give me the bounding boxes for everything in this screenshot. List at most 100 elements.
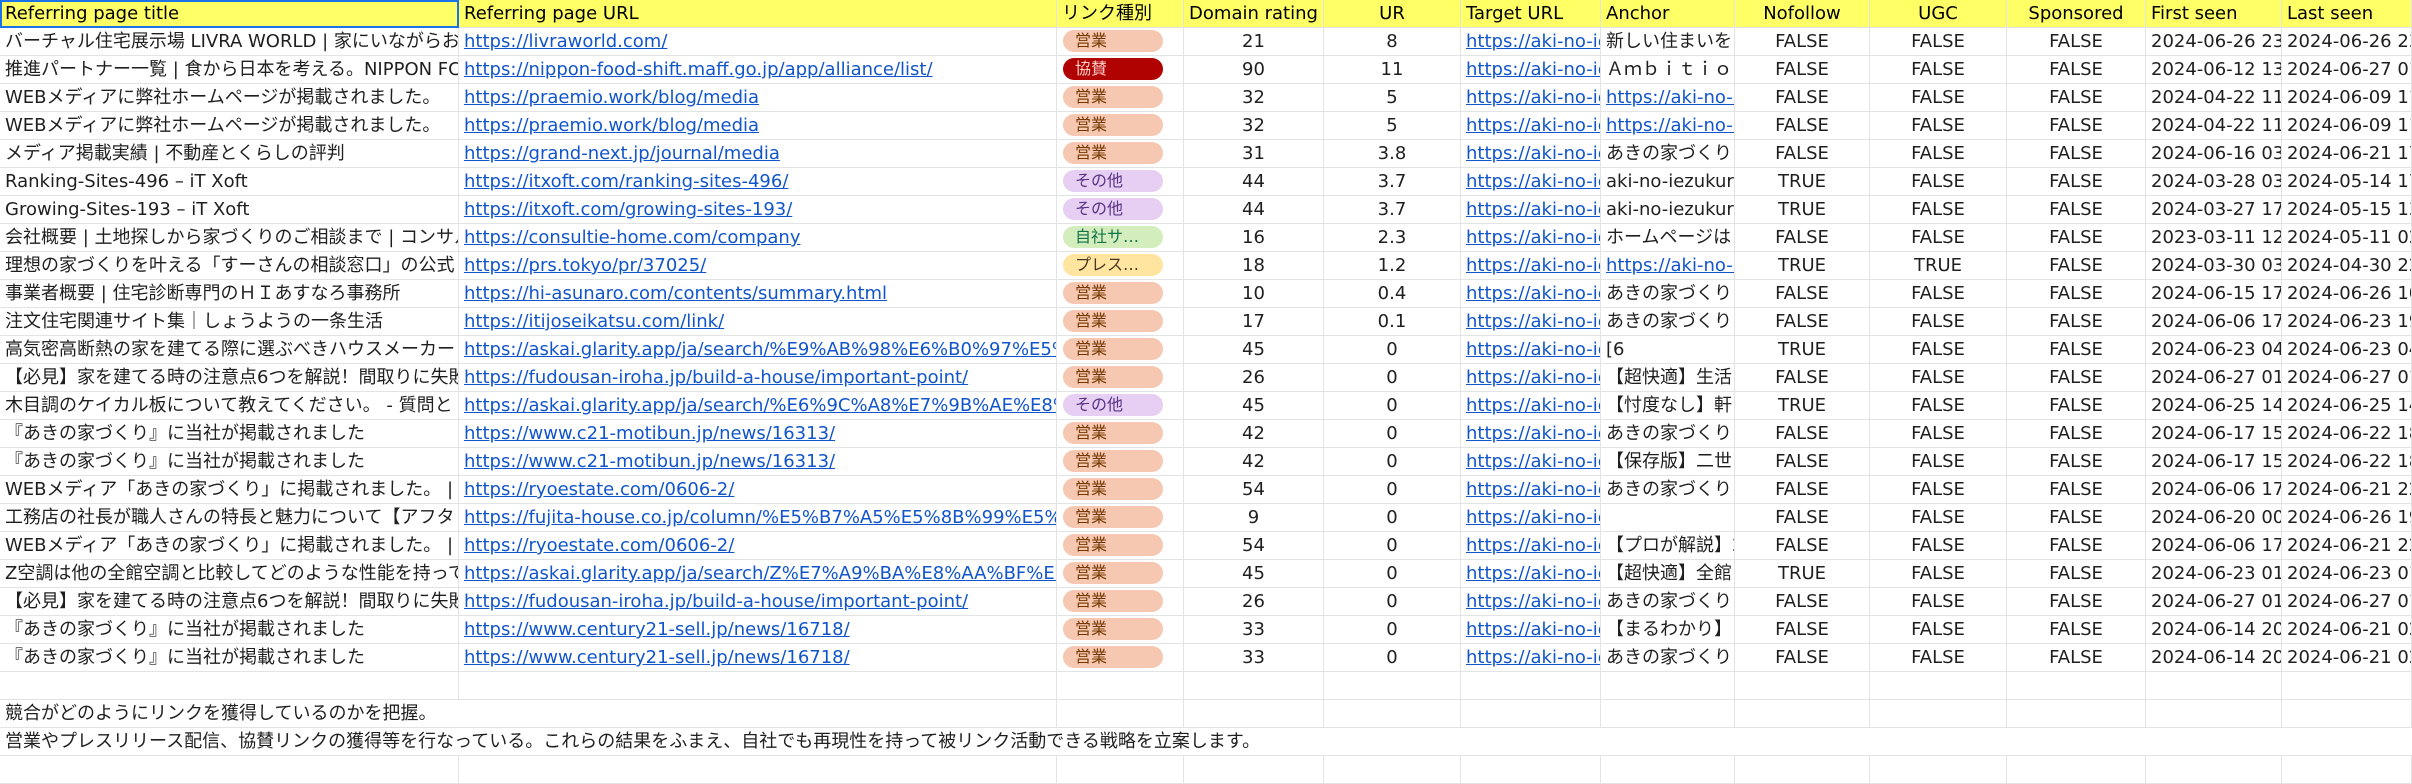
empty-cell[interactable] <box>1870 700 2007 728</box>
link-type-cell[interactable]: 営業 <box>1057 448 1184 476</box>
empty-cell[interactable] <box>1735 756 1870 784</box>
last-seen-cell[interactable]: 2024-06-23 04:5 <box>2282 336 2412 364</box>
empty-cell[interactable] <box>2007 728 2146 756</box>
nofollow-cell[interactable]: FALSE <box>1735 588 1870 616</box>
domain-rating-cell[interactable]: 33 <box>1184 616 1324 644</box>
ur-cell[interactable]: 3.7 <box>1324 196 1461 224</box>
target-url-cell[interactable]: https://aki-no-iez <box>1461 84 1601 112</box>
referring-page-url-cell[interactable]: https://askai.glarity.app/ja/search/%E9%… <box>459 336 1057 364</box>
sponsored-cell[interactable]: FALSE <box>2007 532 2146 560</box>
referring-page-title-cell[interactable]: 『あきの家づくり』に当社が掲載されました <box>0 644 459 672</box>
link-type-chip[interactable]: 営業 <box>1063 30 1163 52</box>
ur-cell[interactable]: 0 <box>1324 420 1461 448</box>
target-url-link[interactable]: https://aki-no-iez <box>1466 255 1600 276</box>
first-seen-cell[interactable]: 2024-06-25 14:4 <box>2146 392 2282 420</box>
ugc-cell[interactable]: FALSE <box>1870 336 2007 364</box>
sponsored-cell[interactable]: FALSE <box>2007 364 2146 392</box>
referring-page-url-cell[interactable]: https://www.century21-sell.jp/news/16718… <box>459 616 1057 644</box>
referring-page-title-cell[interactable]: 注文住宅関連サイト集｜しょうようの一条生活 <box>0 308 459 336</box>
referring-page-title-cell[interactable]: 【必見】家を建てる時の注意点6つを解説！間取りに失敗 <box>0 364 459 392</box>
first-seen-cell[interactable]: 2024-03-27 17:0 <box>2146 196 2282 224</box>
link-type-chip[interactable]: 自社サ… <box>1063 226 1163 248</box>
empty-cell[interactable] <box>1870 756 2007 784</box>
column-header-link-type[interactable]: リンク種別 <box>1057 0 1184 28</box>
referring-page-url-link[interactable]: https://fudousan-iroha.jp/build-a-house/… <box>464 591 968 612</box>
link-type-cell[interactable]: 営業 <box>1057 560 1184 588</box>
first-seen-cell[interactable]: 2024-04-22 11:5 <box>2146 84 2282 112</box>
target-url-link[interactable]: https://aki-no-iez <box>1466 535 1600 556</box>
target-url-link[interactable]: https://aki-no-iez <box>1466 171 1600 192</box>
target-url-cell[interactable]: https://aki-no-iez <box>1461 392 1601 420</box>
domain-rating-cell[interactable]: 45 <box>1184 336 1324 364</box>
nofollow-cell[interactable]: FALSE <box>1735 280 1870 308</box>
first-seen-cell[interactable]: 2024-06-12 13:4 <box>2146 56 2282 84</box>
ur-cell[interactable]: 1.2 <box>1324 252 1461 280</box>
referring-page-title-cell[interactable]: 工務店の社長が職人さんの特長と魅力について【アフタ <box>0 504 459 532</box>
target-url-cell[interactable]: https://aki-no-iez <box>1461 616 1601 644</box>
empty-cell[interactable] <box>1324 700 1461 728</box>
anchor-cell[interactable]: https://aki-no-iez <box>1601 252 1735 280</box>
link-type-cell[interactable]: その他 <box>1057 392 1184 420</box>
target-url-cell[interactable]: https://aki-no-iez <box>1461 168 1601 196</box>
anchor-cell[interactable]: あきの家づくり <box>1601 644 1735 672</box>
referring-page-title-cell[interactable]: 【必見】家を建てる時の注意点6つを解説！間取りに失敗 <box>0 588 459 616</box>
ugc-cell[interactable]: FALSE <box>1870 560 2007 588</box>
empty-cell[interactable] <box>1324 672 1461 700</box>
nofollow-cell[interactable]: FALSE <box>1735 476 1870 504</box>
target-url-cell[interactable]: https://aki-no-iez <box>1461 364 1601 392</box>
ur-cell[interactable]: 3.8 <box>1324 140 1461 168</box>
referring-page-url-link[interactable]: https://fujita-house.co.jp/column/%E5%B7… <box>464 507 1056 528</box>
empty-cell[interactable] <box>2146 728 2282 756</box>
sponsored-cell[interactable]: FALSE <box>2007 448 2146 476</box>
target-url-link[interactable]: https://aki-no-iez <box>1466 283 1600 304</box>
last-seen-cell[interactable]: 2024-05-11 02:0 <box>2282 224 2412 252</box>
target-url-link[interactable]: https://aki-no-iez <box>1466 563 1600 584</box>
nofollow-cell[interactable]: TRUE <box>1735 336 1870 364</box>
empty-cell[interactable] <box>2282 756 2412 784</box>
ugc-cell[interactable]: FALSE <box>1870 224 2007 252</box>
target-url-cell[interactable]: https://aki-no-iez <box>1461 224 1601 252</box>
link-type-cell[interactable]: 営業 <box>1057 532 1184 560</box>
ur-cell[interactable]: 0 <box>1324 616 1461 644</box>
empty-cell[interactable] <box>2146 672 2282 700</box>
referring-page-title-cell[interactable]: 推進パートナー一覧 | 食から日本を考える。NIPPON FC <box>0 56 459 84</box>
referring-page-title-cell[interactable]: 木目調のケイカル板について教えてください。 - 質問と <box>0 392 459 420</box>
ur-cell[interactable]: 0 <box>1324 532 1461 560</box>
domain-rating-cell[interactable]: 26 <box>1184 588 1324 616</box>
sponsored-cell[interactable]: FALSE <box>2007 56 2146 84</box>
referring-page-url-cell[interactable]: https://itxoft.com/growing-sites-193/ <box>459 196 1057 224</box>
link-type-chip[interactable]: 営業 <box>1063 310 1163 332</box>
referring-page-url-cell[interactable]: https://ryoestate.com/0606-2/ <box>459 532 1057 560</box>
anchor-cell[interactable]: 【超快適】全館 <box>1601 560 1735 588</box>
referring-page-url-link[interactable]: https://fudousan-iroha.jp/build-a-house/… <box>464 367 968 388</box>
empty-cell[interactable] <box>1461 700 1601 728</box>
link-type-cell[interactable]: 営業 <box>1057 336 1184 364</box>
sponsored-cell[interactable]: FALSE <box>2007 504 2146 532</box>
domain-rating-cell[interactable]: 32 <box>1184 112 1324 140</box>
link-type-cell[interactable]: 営業 <box>1057 420 1184 448</box>
referring-page-url-link[interactable]: https://hi-asunaro.com/contents/summary.… <box>464 283 887 304</box>
ur-cell[interactable]: 0 <box>1324 476 1461 504</box>
sponsored-cell[interactable]: FALSE <box>2007 644 2146 672</box>
ugc-cell[interactable]: FALSE <box>1870 196 2007 224</box>
link-type-chip[interactable]: その他 <box>1063 394 1163 416</box>
nofollow-cell[interactable]: FALSE <box>1735 504 1870 532</box>
column-header-referring-page-title[interactable]: Referring page title <box>0 0 459 28</box>
first-seen-cell[interactable]: 2024-06-17 15:0 <box>2146 420 2282 448</box>
ugc-cell[interactable]: FALSE <box>1870 84 2007 112</box>
anchor-cell[interactable]: 【プロが解説】2 <box>1601 532 1735 560</box>
link-type-cell[interactable]: 営業 <box>1057 616 1184 644</box>
nofollow-cell[interactable]: FALSE <box>1735 532 1870 560</box>
column-header-nofollow[interactable]: Nofollow <box>1735 0 1870 28</box>
target-url-link[interactable]: https://aki-no-iez <box>1466 59 1600 80</box>
referring-page-url-cell[interactable]: https://fudousan-iroha.jp/build-a-house/… <box>459 588 1057 616</box>
domain-rating-cell[interactable]: 31 <box>1184 140 1324 168</box>
referring-page-title-cell[interactable]: バーチャル住宅展示場 LIVRA WORLD | 家にいながらお <box>0 28 459 56</box>
empty-cell[interactable] <box>1057 756 1184 784</box>
domain-rating-cell[interactable]: 90 <box>1184 56 1324 84</box>
target-url-cell[interactable]: https://aki-no-iez <box>1461 252 1601 280</box>
target-url-link[interactable]: https://aki-no-iez <box>1466 339 1600 360</box>
anchor-link[interactable]: https://aki-no-iez <box>1606 87 1734 108</box>
target-url-link[interactable]: https://aki-no-iez <box>1466 87 1600 108</box>
empty-cell[interactable] <box>2282 672 2412 700</box>
